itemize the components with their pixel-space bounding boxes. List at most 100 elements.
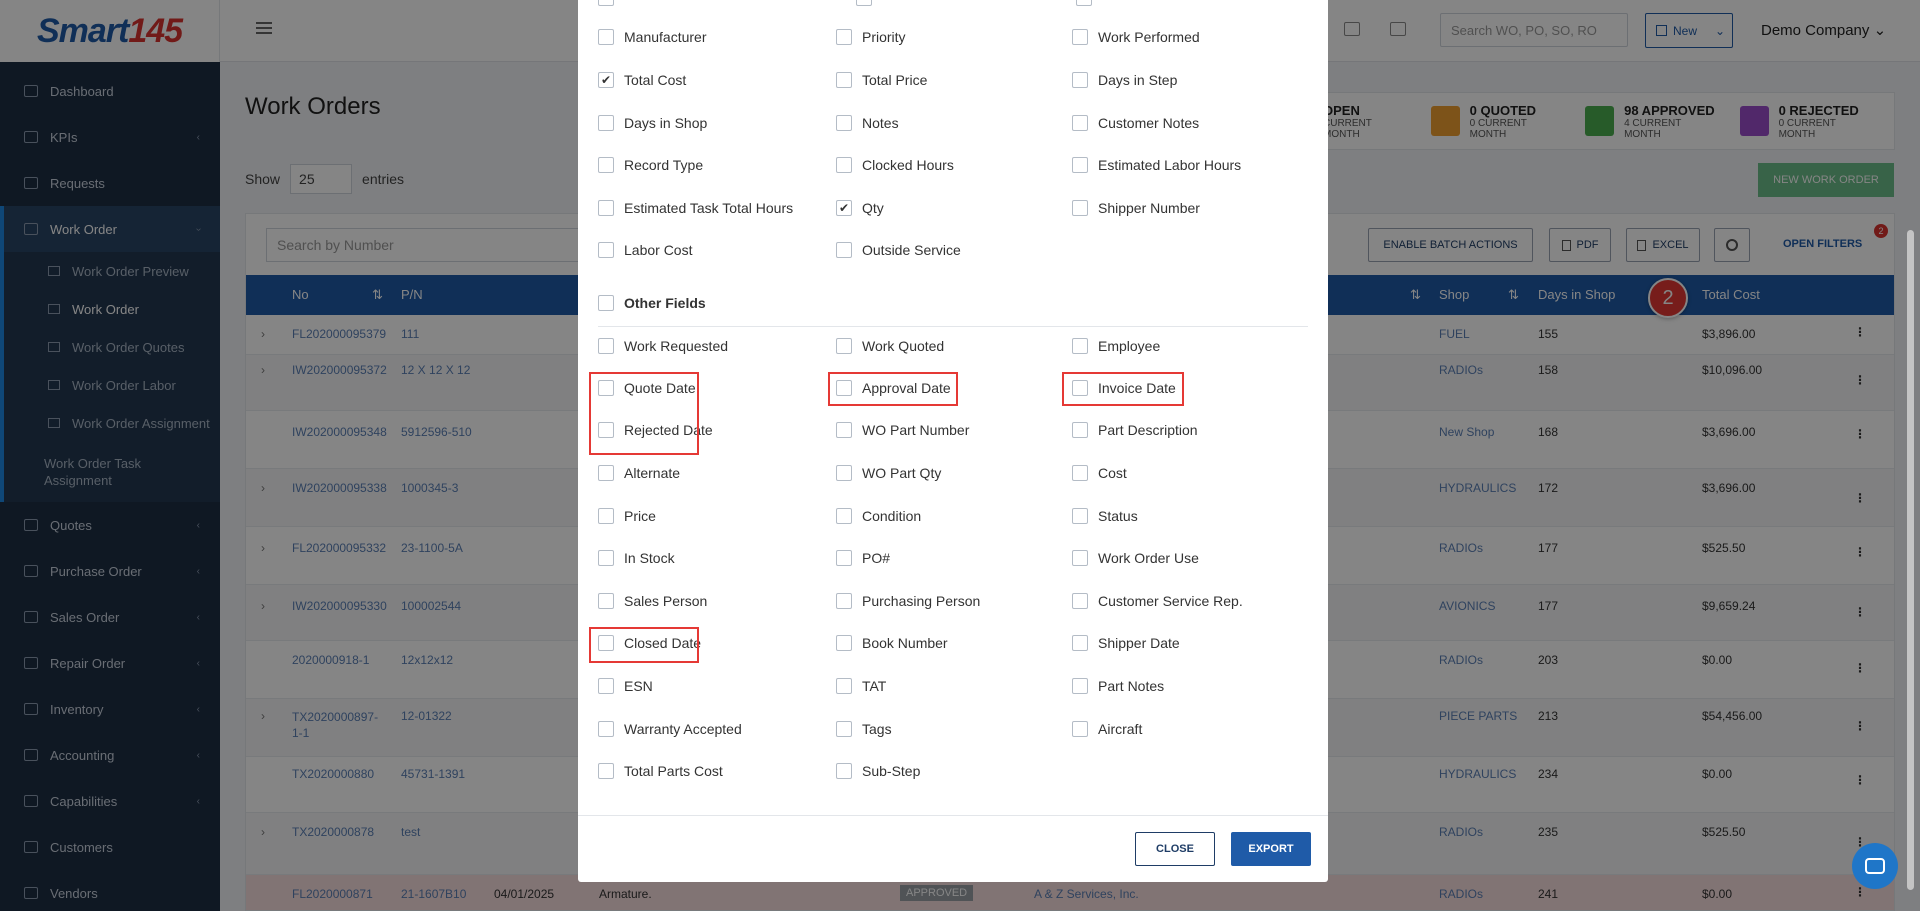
checkbox[interactable] [1072, 157, 1088, 173]
close-button[interactable]: CLOSE [1135, 832, 1215, 866]
field-qty[interactable]: ✔ Qty [836, 200, 884, 216]
field-notes[interactable]: Notes [836, 115, 899, 131]
section-divider [598, 326, 1308, 327]
field-book-number[interactable]: Book Number [836, 635, 948, 651]
checkbox[interactable] [598, 678, 614, 694]
checkbox[interactable] [598, 115, 614, 131]
field-priority[interactable]: Priority [836, 29, 906, 45]
field-employee[interactable]: Employee [1072, 338, 1160, 354]
field-sub-step[interactable]: Sub-Step [836, 763, 920, 779]
highlight-closed-date [589, 627, 699, 663]
checkbox[interactable] [598, 508, 614, 524]
checkbox-checked[interactable]: ✔ [836, 200, 852, 216]
field-labor-cost[interactable]: Labor Cost [598, 242, 692, 258]
chat-launcher[interactable] [1852, 843, 1898, 889]
field-tags[interactable]: Tags [836, 721, 892, 737]
checkbox[interactable] [1072, 593, 1088, 609]
field-aircraft[interactable]: Aircraft [1072, 721, 1142, 737]
checkbox[interactable] [598, 295, 614, 311]
highlight-approval-date [828, 372, 958, 406]
field-sales-person[interactable]: Sales Person [598, 593, 707, 609]
field-po-number[interactable]: PO# [836, 550, 890, 566]
checkbox[interactable] [598, 550, 614, 566]
checkbox[interactable] [836, 593, 852, 609]
field-days-in-step[interactable]: Days in Step [1072, 72, 1177, 88]
checkbox[interactable] [1072, 200, 1088, 216]
checkbox[interactable] [598, 29, 614, 45]
checkbox[interactable] [1072, 721, 1088, 737]
field-purchasing-person[interactable]: Purchasing Person [836, 593, 980, 609]
page-scrollbar[interactable] [1907, 230, 1914, 890]
checkbox-checked[interactable]: ✔ [598, 72, 614, 88]
checkbox[interactable] [836, 115, 852, 131]
highlight-quote-rejected-date [589, 372, 699, 455]
field-tat[interactable]: TAT [836, 678, 886, 694]
field-condition[interactable]: Condition [836, 508, 921, 524]
field-customer-notes[interactable]: Customer Notes [1072, 115, 1199, 131]
checkbox[interactable] [598, 593, 614, 609]
checkbox[interactable] [836, 465, 852, 481]
field-wo-part-number[interactable]: WO Part Number [836, 422, 969, 438]
field-work-performed[interactable]: Work Performed [1072, 29, 1200, 45]
field-manufacturer[interactable]: Manufacturer [598, 29, 706, 45]
checkbox[interactable] [1072, 338, 1088, 354]
field-work-requested[interactable]: Work Requested [598, 338, 728, 354]
checkbox[interactable] [598, 721, 614, 737]
field-part-description[interactable]: Part Description [1072, 422, 1198, 438]
field-total-price[interactable]: Total Price [836, 72, 927, 88]
checkbox[interactable] [836, 29, 852, 45]
field-price[interactable]: Price [598, 508, 656, 524]
checkbox[interactable] [1072, 635, 1088, 651]
checkbox[interactable] [836, 721, 852, 737]
checkbox[interactable] [1072, 508, 1088, 524]
highlight-invoice-date [1062, 372, 1184, 406]
field-cost[interactable]: Cost [1072, 465, 1127, 481]
checkbox[interactable] [1072, 72, 1088, 88]
checkbox[interactable] [836, 157, 852, 173]
field-estimated-task-total-hours[interactable]: Estimated Task Total Hours [598, 200, 793, 216]
field-shipper-date[interactable]: Shipper Date [1072, 635, 1180, 651]
checkbox[interactable] [836, 508, 852, 524]
field-work-quoted[interactable]: Work Quoted [836, 338, 944, 354]
field-alternate[interactable]: Alternate [598, 465, 680, 481]
checkbox[interactable] [598, 157, 614, 173]
field-outside-service[interactable]: Outside Service [836, 242, 961, 258]
field-clocked-hours[interactable]: Clocked Hours [836, 157, 954, 173]
checkbox[interactable] [836, 338, 852, 354]
field-estimated-labor-hours[interactable]: Estimated Labor Hours [1072, 157, 1241, 173]
field-total-cost[interactable]: ✔ Total Cost [598, 72, 686, 88]
footer-divider [578, 815, 1328, 816]
checkbox[interactable] [836, 422, 852, 438]
checkbox[interactable] [836, 763, 852, 779]
checkbox[interactable] [1072, 29, 1088, 45]
export-button[interactable]: EXPORT [1231, 832, 1311, 866]
checkbox[interactable] [836, 678, 852, 694]
field-record-type[interactable]: Record Type [598, 157, 703, 173]
checkbox[interactable] [836, 550, 852, 566]
field-esn[interactable]: ESN [598, 678, 653, 694]
checkbox[interactable] [598, 338, 614, 354]
field-work-order-use[interactable]: Work Order Use [1072, 550, 1199, 566]
checkbox[interactable] [598, 242, 614, 258]
checkbox[interactable] [836, 635, 852, 651]
checkbox[interactable] [836, 242, 852, 258]
checkbox[interactable] [598, 200, 614, 216]
field-part-notes[interactable]: Part Notes [1072, 678, 1164, 694]
checkbox[interactable] [1072, 678, 1088, 694]
field-shipper-number[interactable]: Shipper Number [1072, 200, 1200, 216]
checkbox[interactable] [836, 72, 852, 88]
other-fields-select-all[interactable]: Other Fields [598, 295, 706, 311]
field-wo-part-qty[interactable]: WO Part Qty [836, 465, 941, 481]
checkbox[interactable] [1072, 115, 1088, 131]
checkbox[interactable] [1072, 465, 1088, 481]
field-customer-service-rep[interactable]: Customer Service Rep. [1072, 593, 1243, 609]
field-total-parts-cost[interactable]: Total Parts Cost [598, 763, 723, 779]
field-status[interactable]: Status [1072, 508, 1138, 524]
field-in-stock[interactable]: In Stock [598, 550, 675, 566]
checkbox[interactable] [1072, 550, 1088, 566]
checkbox[interactable] [1072, 422, 1088, 438]
checkbox[interactable] [598, 763, 614, 779]
field-warranty-accepted[interactable]: Warranty Accepted [598, 721, 742, 737]
field-days-in-shop[interactable]: Days in Shop [598, 115, 707, 131]
checkbox[interactable] [598, 465, 614, 481]
